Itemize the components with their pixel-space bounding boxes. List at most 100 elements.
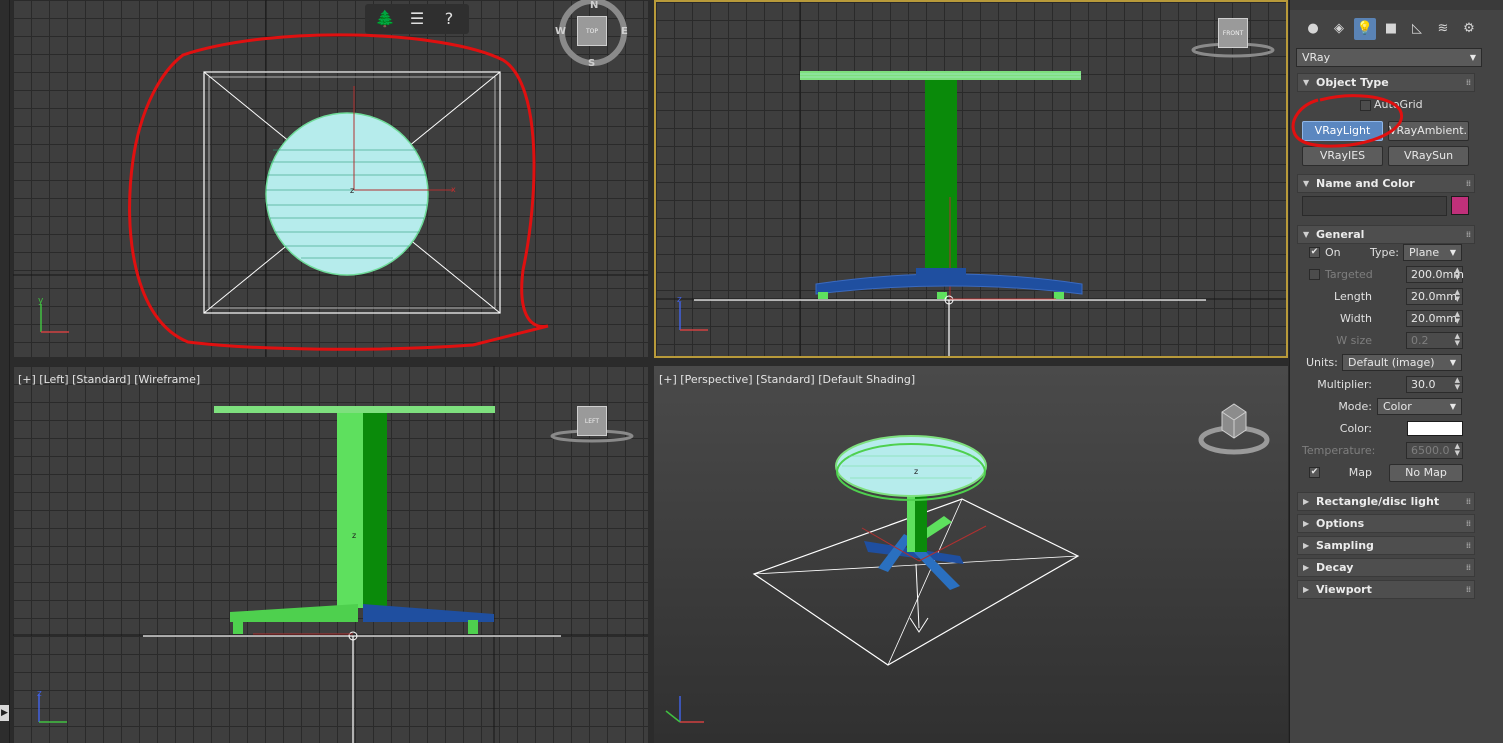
table-top: [214, 406, 495, 413]
wsize-spinner[interactable]: 0.2 ▲ ▼: [1406, 332, 1463, 349]
perspective-viewport[interactable]: [+] [Perspective] [Standard] [Default Sh…: [654, 366, 1288, 743]
object-name-field[interactable]: [1302, 196, 1447, 216]
world-z-label: z: [37, 689, 42, 699]
rollout-title: Rectangle/disc light: [1316, 495, 1440, 508]
expand-arrow-icon[interactable]: ▶: [0, 705, 9, 721]
systems-icon[interactable]: ⚙: [1458, 18, 1480, 40]
expand-icon: ▶: [1303, 563, 1310, 572]
compass-south: S: [588, 58, 596, 69]
viewport-mini-toolbar: 🌲 ☰ ?: [365, 4, 469, 34]
help-icon[interactable]: ?: [437, 8, 461, 30]
wsize-value: 0.2: [1411, 334, 1429, 347]
type-dropdown[interactable]: Plane ▼: [1403, 244, 1462, 261]
type-value: Plane: [1409, 246, 1440, 259]
front-viewcube[interactable]: FRONT: [1218, 18, 1248, 48]
no-map-button[interactable]: No Map: [1389, 464, 1463, 482]
cameras-icon[interactable]: ■: [1380, 18, 1402, 40]
rollout-sampling[interactable]: ▶ Sampling ⁞⁞: [1297, 536, 1475, 555]
spacewarps-icon[interactable]: ≋: [1432, 18, 1454, 40]
grip-icon: ⁞⁞: [1465, 585, 1471, 594]
vrayambient-button[interactable]: VRayAmbient...: [1388, 121, 1469, 141]
lights-icon[interactable]: 💡: [1354, 18, 1376, 40]
scene-explorer-icon[interactable]: 🌲: [373, 8, 397, 30]
targeted-checkbox[interactable]: [1309, 269, 1320, 280]
geometry-icon[interactable]: ●: [1302, 18, 1324, 40]
chevron-down-icon: ▼: [1449, 248, 1456, 257]
collapse-icon: ▼: [1303, 78, 1310, 87]
type-label: Type:: [1370, 246, 1399, 259]
top-viewport-scene: z x y: [13, 0, 648, 357]
mode-dropdown[interactable]: Color ▼: [1377, 398, 1462, 415]
left-viewport[interactable]: [+] [Left] [Standard] [Wireframe] z z LE…: [13, 366, 648, 743]
vraysun-button[interactable]: VRaySun: [1388, 146, 1469, 166]
light-color-swatch[interactable]: [1407, 421, 1463, 436]
perspective-viewcube[interactable]: [1194, 396, 1274, 466]
world-y-label: y: [38, 296, 44, 306]
front-viewport[interactable]: z FRONT: [654, 0, 1288, 358]
chevron-down-icon: ▼: [1449, 402, 1456, 411]
multiplier-value: 30.0: [1411, 378, 1436, 391]
targeted-label: Targeted: [1325, 268, 1373, 281]
local-x-label: x: [451, 185, 456, 194]
column-z-label: z: [352, 531, 356, 540]
temperature-spinner[interactable]: 6500.0 ▲ ▼: [1406, 442, 1463, 459]
autogrid-checkbox[interactable]: [1360, 100, 1371, 111]
width-label: Width: [1340, 312, 1372, 325]
create-category-icons: ● ◈ 💡 ■ ◺ ≋ ⚙: [1296, 18, 1496, 42]
width-spinner[interactable]: 20.0mm ▲ ▼: [1406, 310, 1463, 327]
autogrid-label: AutoGrid: [1374, 98, 1423, 111]
chevron-down-icon: ▼: [1449, 358, 1456, 367]
spinner-down-icon[interactable]: ▼: [1455, 340, 1460, 347]
command-panel: ● ◈ 💡 ■ ◺ ≋ ⚙ VRay ▼ ▼ Object Type ⁞⁞ Au…: [1289, 0, 1503, 743]
units-dropdown[interactable]: Default (image) ▼: [1342, 354, 1462, 371]
compass-east: E: [621, 26, 628, 37]
multiplier-spinner[interactable]: 30.0 ▲ ▼: [1406, 376, 1463, 393]
table-base-right: [363, 604, 494, 622]
menu-icon[interactable]: ☰: [405, 8, 429, 30]
rollout-rectangle-disc-light[interactable]: ▶ Rectangle/disc light ⁞⁞: [1297, 492, 1475, 511]
helpers-icon[interactable]: ◺: [1406, 18, 1428, 40]
table-base-left: [230, 604, 358, 622]
light-category-dropdown[interactable]: VRay ▼: [1296, 48, 1482, 67]
grip-icon: ⁞⁞: [1465, 78, 1471, 87]
spinner-down-icon[interactable]: ▼: [1455, 450, 1460, 457]
rollout-decay[interactable]: ▶ Decay ⁞⁞: [1297, 558, 1475, 577]
spinner-down-icon[interactable]: ▼: [1455, 384, 1460, 391]
shapes-icon[interactable]: ◈: [1328, 18, 1350, 40]
on-label: On: [1325, 246, 1341, 259]
perspective-viewport-scene: z: [665, 435, 1080, 723]
rollout-general[interactable]: ▼ General ⁞⁞: [1297, 225, 1475, 244]
vraylight-button[interactable]: VRayLight: [1302, 121, 1383, 141]
width-value: 20.0mm: [1411, 312, 1457, 325]
rollout-title: Options: [1316, 517, 1365, 530]
viewport-layout-strip[interactable]: ▶: [0, 0, 10, 743]
rollout-viewport[interactable]: ▶ Viewport ⁞⁞: [1297, 580, 1475, 599]
units-label: Units:: [1306, 356, 1338, 369]
units-value: Default (image): [1348, 356, 1435, 369]
object-color-swatch[interactable]: [1451, 196, 1469, 215]
table-top-disc: [265, 112, 429, 276]
top-viewcube[interactable]: TOP: [577, 16, 607, 46]
temperature-value: 6500.0: [1411, 444, 1450, 457]
rollout-title: General: [1316, 228, 1365, 241]
top-viewport[interactable]: z x y 🌲 ☰ ? TOP N W E S: [13, 0, 648, 357]
rollout-options[interactable]: ▶ Options ⁞⁞: [1297, 514, 1475, 533]
rollout-title: Object Type: [1316, 76, 1389, 89]
length-spinner[interactable]: 20.0mm ▲ ▼: [1406, 288, 1463, 305]
rollout-object-type[interactable]: ▼ Object Type ⁞⁞: [1297, 73, 1475, 92]
rollout-name-and-color[interactable]: ▼ Name and Color ⁞⁞: [1297, 174, 1475, 193]
panel-tabs[interactable]: [1290, 0, 1503, 10]
on-checkbox[interactable]: ✔: [1309, 247, 1320, 258]
color-label: Color:: [1339, 422, 1372, 435]
spinner-down-icon[interactable]: ▼: [1455, 296, 1460, 303]
length-value: 20.0mm: [1411, 290, 1457, 303]
collapse-icon: ▼: [1303, 230, 1310, 239]
expand-icon: ▶: [1303, 497, 1310, 506]
spinner-down-icon[interactable]: ▼: [1455, 274, 1460, 281]
vrayies-button[interactable]: VRayIES: [1302, 146, 1383, 166]
multiplier-label: Multiplier:: [1317, 378, 1372, 391]
grip-icon: ⁞⁞: [1465, 179, 1471, 188]
spinner-down-icon[interactable]: ▼: [1455, 318, 1460, 325]
targeted-distance-spinner[interactable]: 200.0mm ▲ ▼: [1406, 266, 1464, 283]
left-viewcube[interactable]: LEFT: [577, 406, 607, 436]
